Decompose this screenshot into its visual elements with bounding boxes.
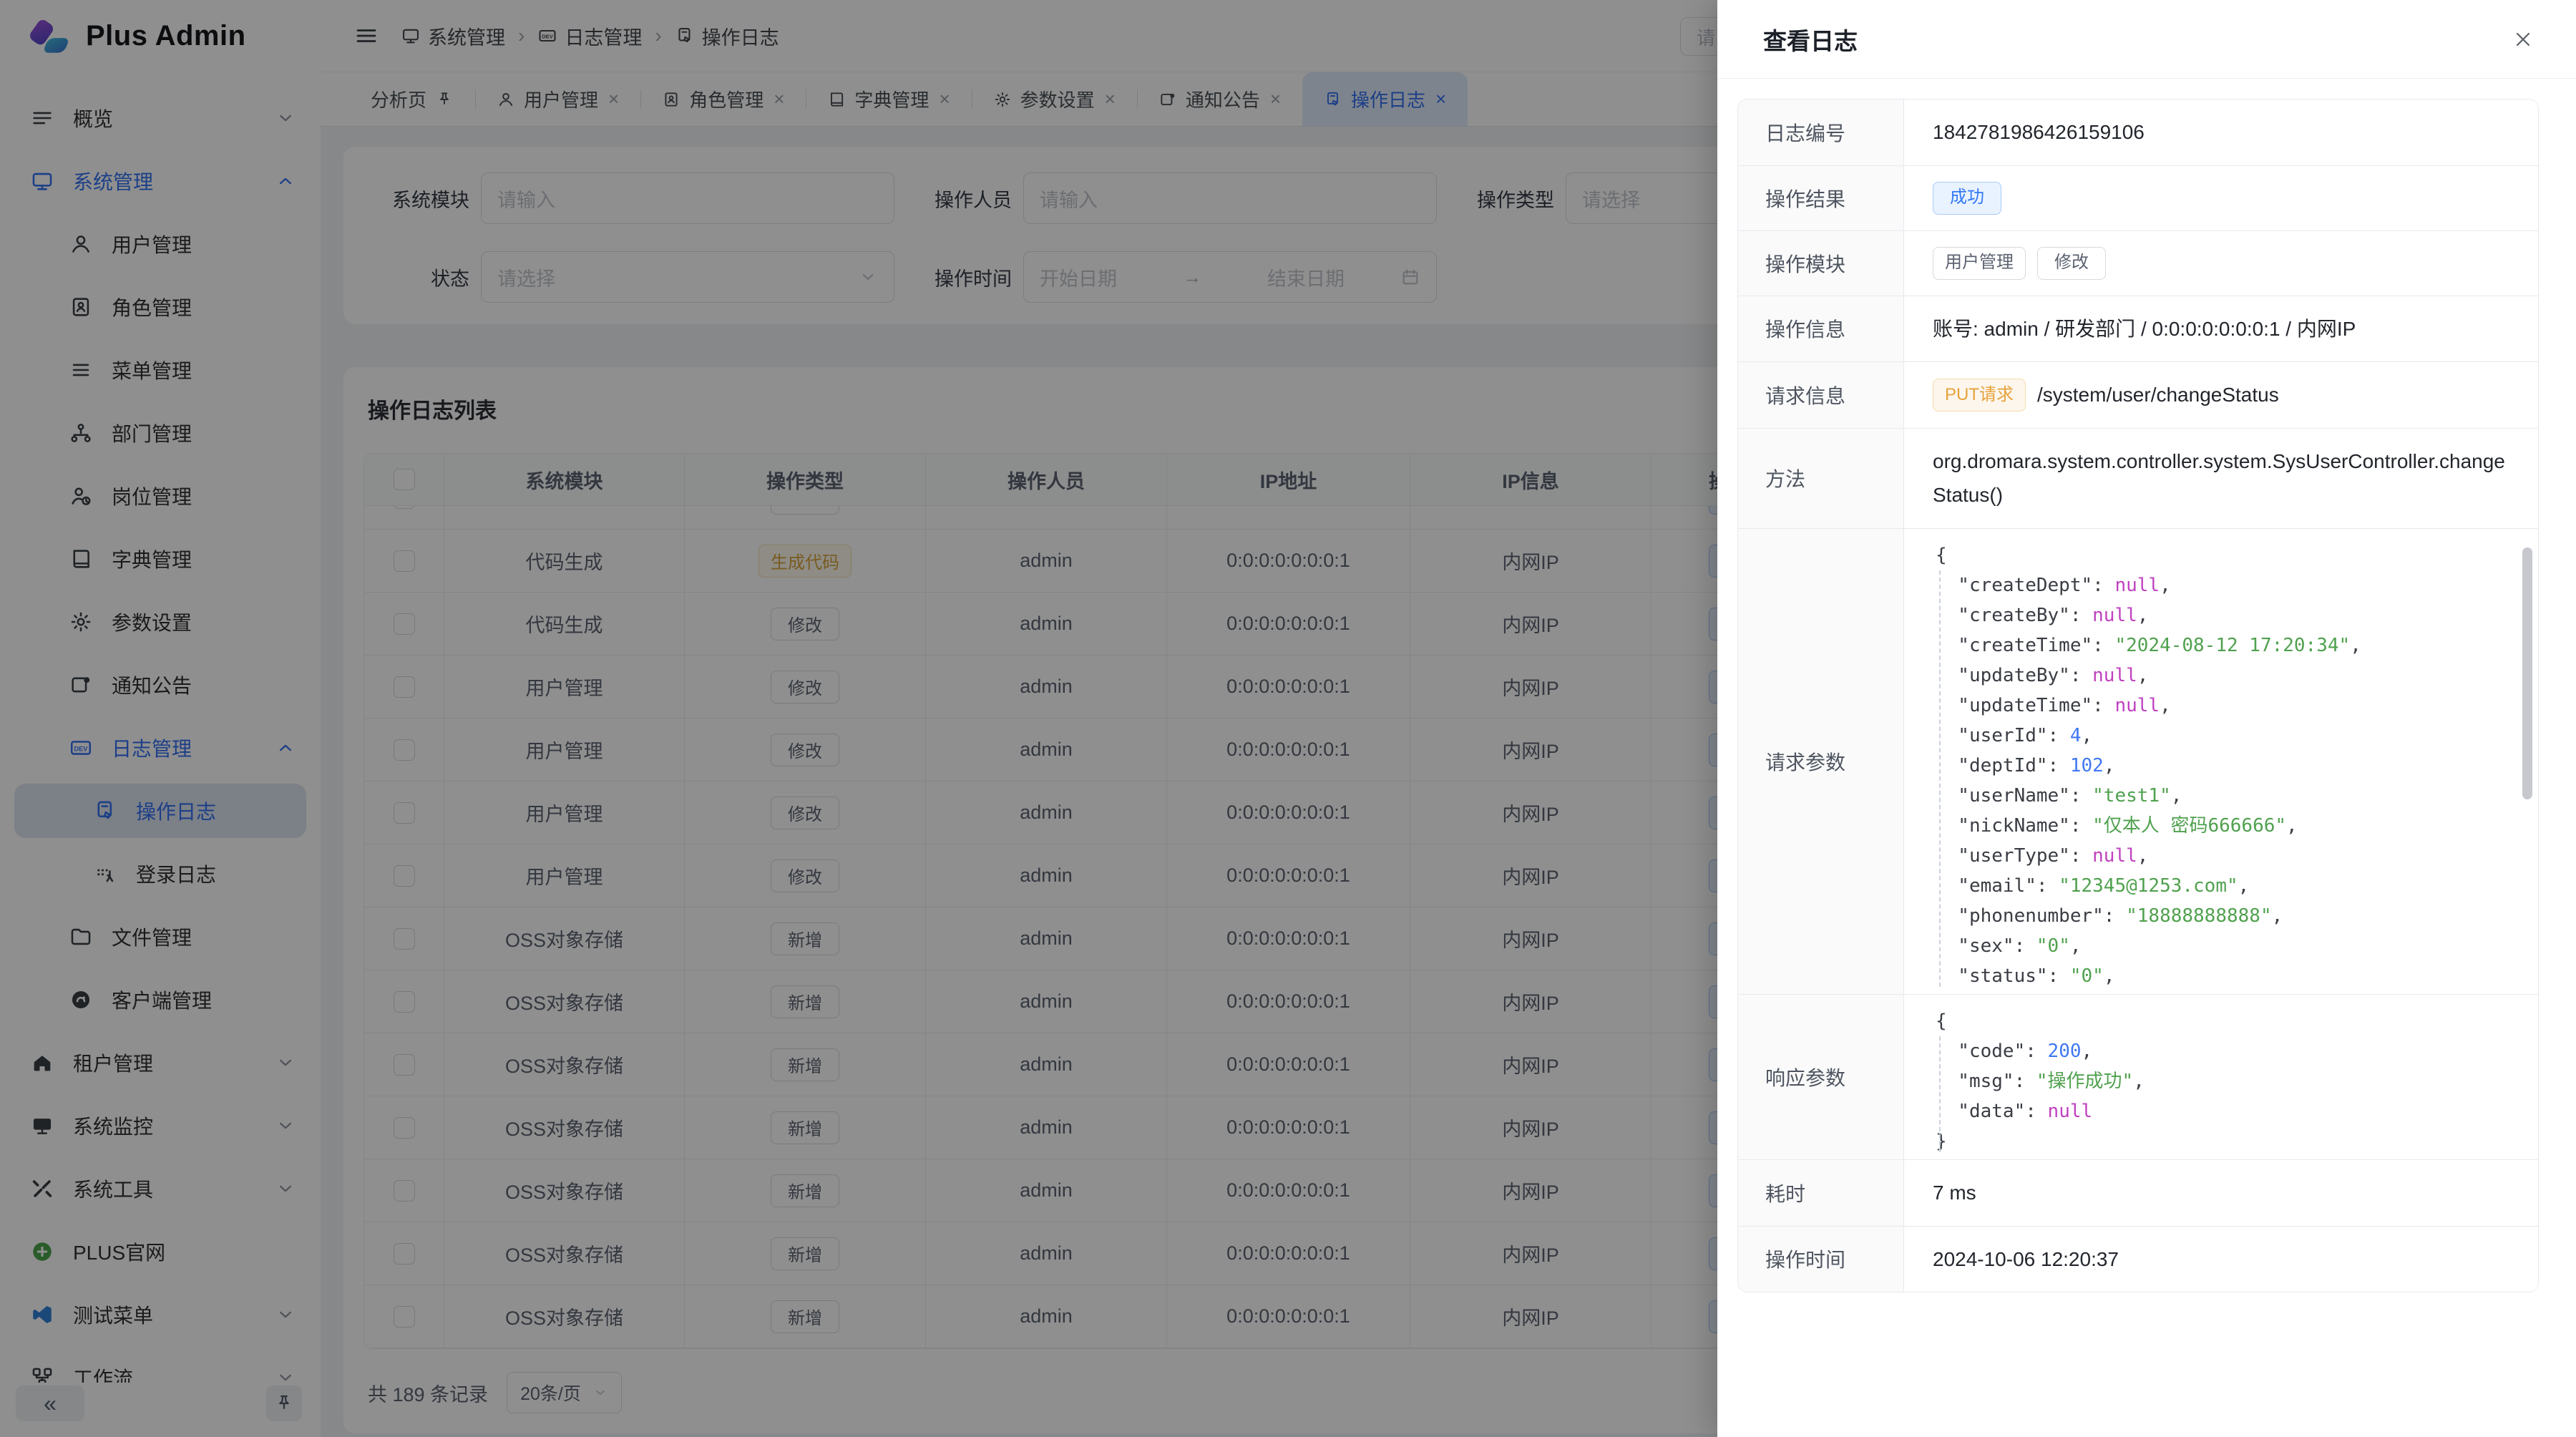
operation-time-value: 2024-10-06 12:20:37 — [1904, 1227, 2538, 1292]
code-line: "userType": null, — [1936, 841, 2519, 871]
operation-info-value: 账号: admin / 研发部门 / 0:0:0:0:0:0:0:1 / 内网I… — [1904, 296, 2538, 362]
detail-row-method: 方法 org.dromara.system.controller.system.… — [1738, 429, 2538, 529]
code-line: "code": 200, — [1936, 1036, 2519, 1066]
close-icon — [2512, 28, 2534, 51]
detail-row-request-params: 请求参数 { "createDept": null, "createBy": n… — [1738, 529, 2538, 995]
detail-label: 操作信息 — [1738, 296, 1904, 362]
request-url-value: /system/user/changeStatus — [2037, 378, 2279, 412]
log-id-value: 1842781986426159106 — [1904, 99, 2538, 165]
detail-row-result: 操作结果 成功 — [1738, 166, 2538, 231]
code-line: "phonenumber": "18888888888", — [1936, 901, 2519, 931]
code-line: { — [1936, 1006, 2519, 1036]
indent-guide — [1939, 1036, 1941, 1152]
detail-label: 日志编号 — [1738, 99, 1904, 165]
drawer-close-button[interactable] — [2507, 24, 2539, 55]
drawer-title: 查看日志 — [1763, 22, 1858, 57]
code-line: "sex": "0", — [1936, 931, 2519, 961]
code-line: "createBy": null, — [1936, 600, 2519, 630]
code-line: "status": "0", — [1936, 961, 2519, 991]
code-line: "createDept": null, — [1936, 570, 2519, 600]
code-line: { — [1936, 540, 2519, 570]
method-value: org.dromara.system.controller.system.Sys… — [1904, 429, 2538, 528]
code-line: "data": null — [1936, 1096, 2519, 1126]
code-line: "userName": "test1", — [1936, 781, 2519, 811]
module-tag: 用户管理 — [1933, 247, 2026, 280]
detail-row-log-id: 日志编号 1842781986426159106 — [1738, 99, 2538, 166]
code-line: "msg": "操作成功", — [1936, 1066, 2519, 1096]
detail-label: 方法 — [1738, 429, 1904, 528]
code-line: "userId": 4, — [1936, 721, 2519, 751]
duration-value: 7 ms — [1904, 1160, 2538, 1226]
detail-label: 请求参数 — [1738, 529, 1904, 994]
log-detail-table: 日志编号 1842781986426159106 操作结果 成功 操作模块 用户… — [1737, 99, 2539, 1292]
detail-label: 操作时间 — [1738, 1227, 1904, 1292]
detail-label: 响应参数 — [1738, 995, 1904, 1159]
drawer-header: 查看日志 — [1717, 0, 2576, 79]
code-line: "email": "12345@1253.com", — [1936, 871, 2519, 901]
code-line: "createTime": "2024-08-12 17:20:34", — [1936, 630, 2519, 661]
code-line: "nickName": "仅本人 密码666666", — [1936, 811, 2519, 841]
detail-label: 请求信息 — [1738, 362, 1904, 428]
view-log-drawer: 查看日志 日志编号 1842781986426159106 操作结果 成功 操作… — [1717, 0, 2576, 1437]
response-params-code: { "code": 200, "msg": "操作成功", "data": nu… — [1904, 995, 2538, 1159]
detail-label: 操作模块 — [1738, 231, 1904, 296]
indent-guide — [1939, 570, 1941, 987]
http-method-badge: PUT请求 — [1933, 379, 2026, 411]
detail-row-response-params: 响应参数 { "code": 200, "msg": "操作成功", "data… — [1738, 995, 2538, 1160]
detail-label: 操作结果 — [1738, 166, 1904, 230]
detail-row-op-time: 操作时间 2024-10-06 12:20:37 — [1738, 1227, 2538, 1292]
code-line: "updateBy": null, — [1936, 661, 2519, 691]
status-badge: 成功 — [1933, 182, 2001, 215]
scrollbar-thumb[interactable] — [2522, 547, 2532, 799]
operation-type-tag: 修改 — [2037, 247, 2106, 280]
code-line: } — [1936, 1126, 2519, 1156]
detail-row-info: 操作信息 账号: admin / 研发部门 / 0:0:0:0:0:0:0:1 … — [1738, 296, 2538, 363]
detail-row-module: 操作模块 用户管理 修改 — [1738, 231, 2538, 296]
code-scrollbar[interactable] — [2522, 537, 2532, 985]
detail-row-request: 请求信息 PUT请求 /system/user/changeStatus — [1738, 362, 2538, 429]
drawer-body: 日志编号 1842781986426159106 操作结果 成功 操作模块 用户… — [1717, 79, 2576, 1437]
code-line: "updateTime": null, — [1936, 691, 2519, 721]
detail-label: 耗时 — [1738, 1160, 1904, 1226]
detail-row-duration: 耗时 7 ms — [1738, 1160, 2538, 1227]
code-line: "deptId": 102, — [1936, 751, 2519, 781]
request-params-code: { "createDept": null, "createBy": null, … — [1904, 529, 2538, 994]
